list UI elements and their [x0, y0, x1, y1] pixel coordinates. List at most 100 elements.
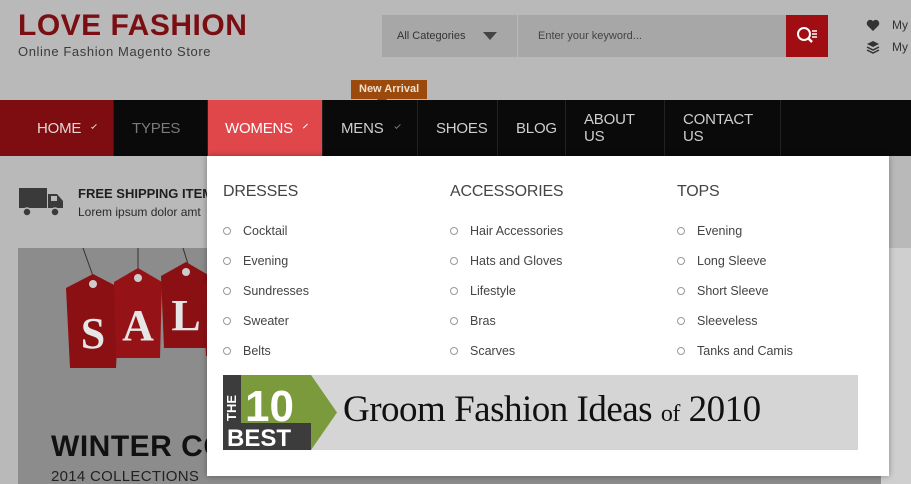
- promo-banner[interactable]: THE 10 BEST Groom Fashion Ideas of 2010: [223, 375, 858, 450]
- bullet-icon: [677, 317, 685, 325]
- chevron-down-icon: [91, 123, 97, 129]
- menu-item-label: Hair Accessories: [470, 224, 564, 238]
- bullet-icon: [677, 227, 685, 235]
- shipping-title: FREE SHIPPING ITEM: [78, 186, 214, 201]
- bullet-icon: [450, 227, 458, 235]
- menu-item-label: Belts: [243, 344, 271, 358]
- sale-tag-s: S: [81, 309, 105, 358]
- menu-item[interactable]: Tanks and Camis: [677, 336, 793, 366]
- shipping-text: Lorem ipsum dolor amt: [78, 205, 201, 219]
- menu-column-title[interactable]: ACCESSORIES: [450, 183, 564, 201]
- menu-item[interactable]: Scarves: [450, 336, 563, 366]
- menu-item[interactable]: Long Sleeve: [677, 246, 793, 276]
- sale-tag-l: L: [171, 291, 200, 340]
- menu-item[interactable]: Lifestyle: [450, 276, 563, 306]
- womens-mega-menu: DRESSES Cocktail Evening Sundresses Swea…: [207, 156, 889, 476]
- account-label: My: [892, 40, 908, 54]
- menu-item[interactable]: Short Sleeve: [677, 276, 793, 306]
- logo[interactable]: LOVE FASHION Online Fashion Magento Stor…: [18, 10, 247, 60]
- menu-item[interactable]: Hats and Gloves: [450, 246, 563, 276]
- bullet-icon: [223, 317, 231, 325]
- nav-item-mens[interactable]: MENS: [323, 100, 418, 156]
- nav-item-shoes[interactable]: SHOES: [418, 100, 498, 156]
- menu-item[interactable]: Hair Accessories: [450, 216, 563, 246]
- category-select[interactable]: All Categories: [382, 15, 518, 57]
- nav-item-contact-us[interactable]: CONTACT US: [665, 100, 781, 156]
- promo-headline: Groom Fashion Ideas of 2010: [343, 388, 761, 431]
- hero-title: WINTER CO: [51, 430, 228, 463]
- bullet-icon: [223, 287, 231, 295]
- account-link[interactable]: My: [866, 36, 908, 58]
- menu-item-label: Bras: [470, 314, 496, 328]
- nav-label-shoes: SHOES: [436, 119, 488, 137]
- menu-item[interactable]: Sweater: [223, 306, 309, 336]
- bullet-icon: [450, 287, 458, 295]
- top-10-best-graphic: THE 10 BEST: [223, 375, 337, 450]
- caret-down-icon: [483, 32, 497, 40]
- promo-headline-text: Groom Fashion Ideas: [343, 389, 661, 430]
- menu-item[interactable]: Sundresses: [223, 276, 309, 306]
- chevron-down-icon: [393, 122, 401, 130]
- bullet-icon: [677, 257, 685, 265]
- heart-icon: [866, 19, 880, 31]
- bullet-icon: [450, 257, 458, 265]
- promo-the: THE: [224, 395, 239, 421]
- hero-subtitle: 2014 COLLECTIONS: [51, 468, 200, 484]
- bullet-icon: [223, 227, 231, 235]
- bullet-icon: [223, 347, 231, 355]
- nav-item-types[interactable]: TYPES: [114, 100, 208, 156]
- promo-year: 2010: [679, 389, 761, 430]
- menu-item-label: Scarves: [470, 344, 516, 358]
- nav-label-mens: MENS: [341, 119, 384, 137]
- nav-label-womens: WOMENS: [225, 119, 293, 137]
- header-links: My My: [866, 14, 908, 58]
- search-input[interactable]: [518, 15, 786, 57]
- search-button[interactable]: [786, 15, 828, 57]
- nav-item-blog[interactable]: BLOG: [498, 100, 566, 156]
- bullet-icon: [223, 257, 231, 265]
- menu-column-title[interactable]: DRESSES: [223, 183, 309, 201]
- menu-item-label: Tanks and Camis: [697, 344, 793, 358]
- promo-best: BEST: [227, 425, 291, 450]
- new-arrival-badge: New Arrival: [351, 80, 428, 105]
- search-bar: All Categories: [382, 15, 828, 57]
- menu-item-label: Sleeveless: [697, 314, 758, 328]
- menu-item[interactable]: Evening: [677, 216, 793, 246]
- menu-item[interactable]: Cocktail: [223, 216, 309, 246]
- chevron-down-icon: [302, 123, 308, 129]
- shipping-info: FREE SHIPPING ITEM Lorem ipsum dolor amt: [18, 186, 213, 219]
- menu-item-label: Long Sleeve: [697, 254, 767, 268]
- menu-item-label: Evening: [243, 254, 289, 268]
- nav-item-about-us[interactable]: ABOUT US: [566, 100, 665, 156]
- menu-column-tops: TOPS Evening Long Sleeve Short Sleeve Sl…: [677, 183, 793, 366]
- nav-label-types: TYPES: [132, 119, 181, 137]
- menu-item[interactable]: Sleeveless: [677, 306, 793, 336]
- wishlist-label: My: [892, 18, 908, 32]
- sale-tag-a: A: [122, 301, 154, 350]
- header: LOVE FASHION Online Fashion Magento Stor…: [0, 0, 911, 100]
- menu-item[interactable]: Belts: [223, 336, 309, 366]
- nav-item-home[interactable]: HOME: [0, 100, 114, 156]
- menu-item[interactable]: Bras: [450, 306, 563, 336]
- main-nav: HOME TYPES WOMENS MENS SHOES BLOG ABOUT …: [0, 100, 911, 156]
- nav-label-home: HOME: [37, 119, 82, 137]
- bullet-icon: [677, 347, 685, 355]
- wishlist-link[interactable]: My: [866, 14, 908, 36]
- menu-item-label: Sweater: [243, 314, 289, 328]
- menu-item-label: Lifestyle: [470, 284, 516, 298]
- bullet-icon: [677, 287, 685, 295]
- menu-item-label: Cocktail: [243, 224, 288, 238]
- nav-label-about-us: ABOUT US: [584, 111, 635, 145]
- layers-icon: [866, 41, 880, 54]
- nav-item-womens[interactable]: WOMENS: [208, 100, 323, 156]
- truck-icon: [19, 188, 63, 217]
- menu-item[interactable]: Evening: [223, 246, 309, 276]
- menu-column-title[interactable]: TOPS: [677, 183, 793, 201]
- menu-item-label: Hats and Gloves: [470, 254, 563, 268]
- menu-column-accessories: ACCESSORIES Hair Accessories Hats and Gl…: [450, 183, 564, 366]
- logo-tagline: Online Fashion Magento Store: [18, 44, 212, 59]
- bullet-icon: [450, 347, 458, 355]
- menu-item-label: Sundresses: [243, 284, 310, 298]
- menu-item-label: Short Sleeve: [697, 284, 769, 298]
- bullet-icon: [450, 317, 458, 325]
